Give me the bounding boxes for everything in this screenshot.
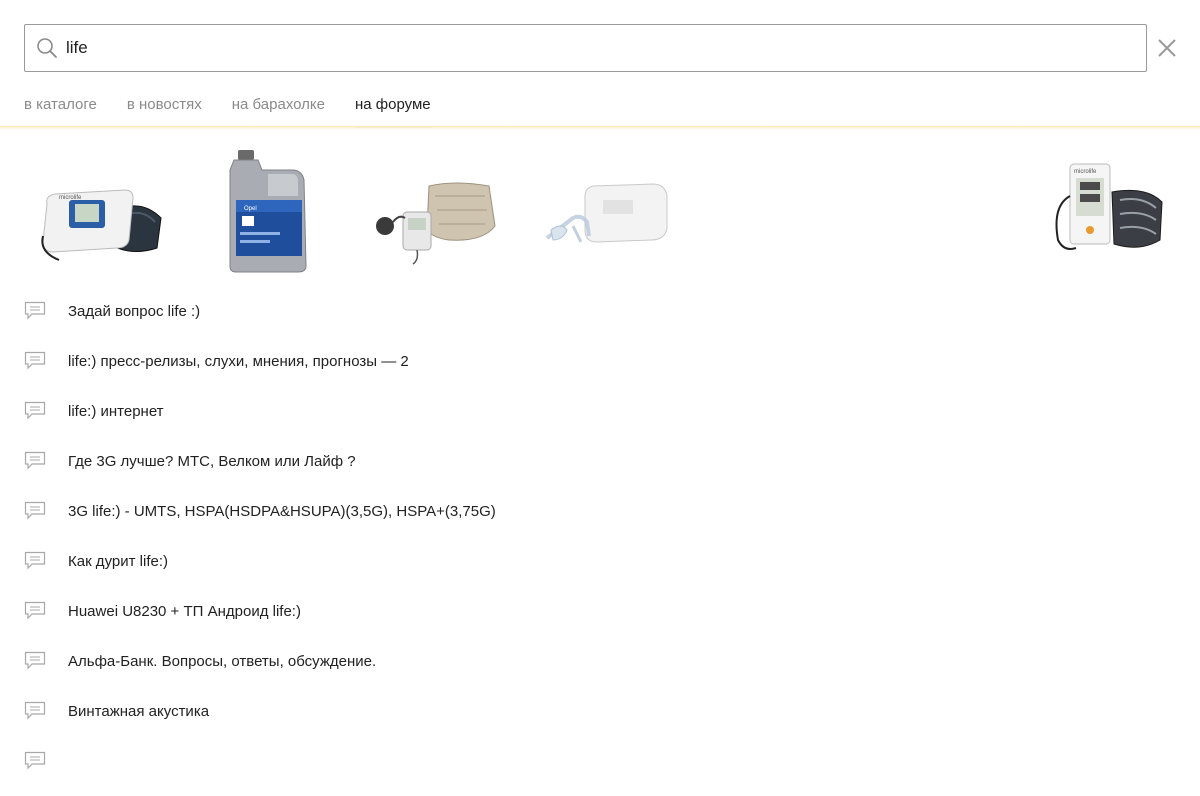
tab-forum[interactable]: на форуме: [355, 88, 431, 128]
search-bar[interactable]: [24, 24, 1147, 72]
nebulizer-icon: [533, 156, 673, 271]
product-thumbnail[interactable]: microlife: [1026, 148, 1176, 278]
mechanical-tonometer-icon: [365, 156, 505, 271]
close-icon[interactable]: [1155, 36, 1179, 60]
list-item[interactable]: Винтажная акустика: [24, 696, 1176, 746]
comment-icon: [24, 301, 46, 321]
forum-topic-title[interactable]: Винтажная акустика: [68, 696, 209, 728]
comment-icon: [24, 601, 46, 621]
list-item[interactable]: life:) пресс-релизы, слухи, мнения, прог…: [24, 346, 1176, 396]
product-thumbnail[interactable]: [360, 148, 510, 278]
list-item[interactable]: Альфа-Банк. Вопросы, ответы, обсуждение.: [24, 646, 1176, 696]
blood-pressure-monitor-icon: microlife: [1036, 156, 1166, 271]
product-thumbnails: microlife Opel microlife: [24, 148, 1176, 280]
list-item[interactable]: Как дурит life:): [24, 546, 1176, 596]
forum-results-list: Задай вопрос life :) life:) пресс-релизы…: [24, 296, 1176, 796]
product-thumbnail[interactable]: microlife: [24, 148, 174, 278]
comment-icon: [24, 751, 46, 771]
product-thumbnail[interactable]: [528, 148, 678, 278]
forum-topic-title[interactable]: Задай вопрос life :): [68, 296, 200, 328]
forum-topic-title[interactable]: Где 3G лучше? МТС, Велком или Лайф ?: [68, 446, 356, 478]
forum-topic-title[interactable]: life:) пресс-релизы, слухи, мнения, прог…: [68, 346, 409, 378]
forum-topic-title[interactable]: 3G life:) - UMTS, HSPA(HSDPA&HSUPA)(3,5G…: [68, 496, 496, 528]
comment-icon: [24, 651, 46, 671]
list-item[interactable]: 3G life:) - UMTS, HSPA(HSDPA&HSUPA)(3,5G…: [24, 496, 1176, 546]
forum-topic-title[interactable]: Альфа-Банк. Вопросы, ответы, обсуждение.: [68, 646, 376, 678]
tab-news[interactable]: в новостях: [127, 88, 202, 128]
brand-label: microlife: [1074, 169, 1097, 175]
comment-icon: [24, 701, 46, 721]
search-icon: [36, 37, 58, 59]
search-input[interactable]: [66, 25, 1146, 71]
tab-catalog[interactable]: в каталоге: [24, 88, 97, 128]
comment-icon: [24, 401, 46, 421]
list-item[interactable]: Где 3G лучше? МТС, Велком или Лайф ?: [24, 446, 1176, 496]
motor-oil-canister-icon: Opel: [222, 148, 312, 279]
brand-label: Opel: [244, 206, 257, 212]
tab-flea-market[interactable]: на барахолке: [232, 88, 325, 128]
comment-icon: [24, 351, 46, 371]
comment-icon: [24, 501, 46, 521]
tabs-divider: [0, 126, 1200, 130]
search-scope-tabs: в каталоге в новостях на барахолке на фо…: [24, 88, 431, 128]
list-item[interactable]: Huawei U8230 + ТП Андроид life:): [24, 596, 1176, 646]
list-item[interactable]: [24, 746, 1176, 796]
comment-icon: [24, 451, 46, 471]
list-item[interactable]: life:) интернет: [24, 396, 1176, 446]
comment-icon: [24, 551, 46, 571]
forum-topic-title[interactable]: life:) интернет: [68, 396, 164, 428]
brand-label: microlife: [59, 195, 82, 201]
blood-pressure-monitor-icon: microlife: [29, 156, 169, 271]
forum-topic-title[interactable]: Как дурит life:): [68, 546, 168, 578]
list-item[interactable]: Задай вопрос life :): [24, 296, 1176, 346]
product-thumbnail[interactable]: Opel: [192, 148, 342, 278]
forum-topic-title[interactable]: Huawei U8230 + ТП Андроид life:): [68, 596, 301, 628]
